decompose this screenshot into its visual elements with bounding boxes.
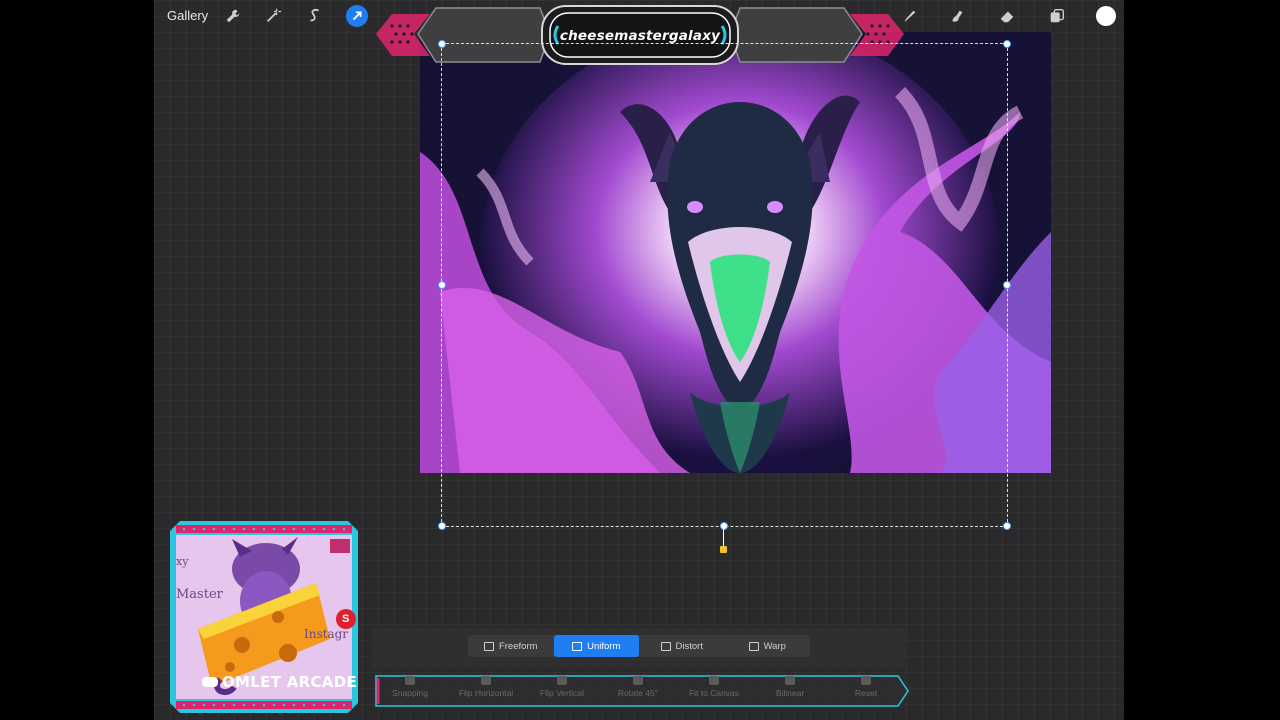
reset-icon [861,676,871,685]
action-label: Fit to Canvas [688,688,740,698]
freeform-icon [483,641,494,651]
gamepad-icon [202,677,218,687]
brand-label: OMLET ARCADE [222,673,358,691]
corner-handle[interactable] [438,522,446,530]
flip-vertical-icon [557,676,567,685]
omlet-arcade-watermark: OMLET ARCADE [202,673,357,691]
mode-freeform[interactable]: Freeform [468,635,554,657]
transform-bounding-box[interactable] [441,43,1008,527]
eraser-icon[interactable] [996,5,1018,27]
color-swatch-icon[interactable] [1096,6,1116,26]
magic-wand-icon[interactable] [262,5,284,27]
corner-handle[interactable] [1003,40,1011,48]
side-handle[interactable] [1003,281,1011,289]
sign-text: xy [176,555,189,568]
mode-uniform[interactable]: Uniform [553,635,639,657]
flip-horizontal-button[interactable]: Flip Horizontal [450,676,522,698]
rotation-stem [723,526,724,546]
transform-arrow-icon[interactable] [346,5,368,27]
mode-label: Warp [763,640,786,652]
flip-vertical-button[interactable]: Flip Vertical [526,676,598,698]
transform-actions-bar: Snapping Flip Horizontal Flip Vertical R… [374,672,914,710]
reset-button[interactable]: Reset [830,676,902,698]
sign-text: S [342,613,350,625]
action-label: Flip Horizontal [458,688,514,698]
side-handle[interactable] [438,281,446,289]
action-label: Bilinear [775,688,805,698]
distort-icon [660,641,671,651]
action-label: Reset [854,688,878,698]
smudge-icon[interactable] [946,5,968,27]
username-label: cheesemastergalaxy [559,28,721,44]
layers-icon[interactable] [1046,5,1068,27]
fit-to-canvas-button[interactable]: Fit to Canvas [678,676,750,698]
wrench-icon[interactable] [222,5,244,27]
corner-handle[interactable] [438,40,446,48]
streamer-avatar-card: xy Master Instagr S OMLET ARCADE [170,521,358,713]
rotate-icon [633,676,643,685]
mode-distort[interactable]: Distort [639,635,725,657]
uniform-icon [572,641,583,651]
corner-handle[interactable] [1003,522,1011,530]
rotation-handle[interactable] [720,546,727,553]
bilinear-button[interactable]: Bilinear [754,676,826,698]
mode-label: Freeform [498,640,538,652]
mode-label: Uniform [587,640,621,652]
side-handle[interactable] [720,522,728,530]
snapping-button[interactable]: Snapping [374,676,446,698]
mode-warp[interactable]: Warp [725,635,811,657]
rotate-45-button[interactable]: Rotate 45° [602,676,674,698]
fit-icon [709,676,719,685]
transform-mode-selector: Freeform Uniform Distort Warp [468,635,810,657]
action-label: Flip Vertical [540,688,584,698]
flip-horizontal-icon [481,676,491,685]
action-label: Snapping [392,688,428,698]
gallery-button[interactable]: Gallery [167,8,208,23]
sign-text: Instagr [304,627,349,641]
mode-label: Distort [675,640,703,652]
action-label: Rotate 45° [617,688,659,698]
selection-s-icon[interactable] [304,5,326,27]
snapping-icon [405,676,415,685]
interpolation-icon [785,676,795,685]
warp-icon [748,641,759,651]
sign-text: Master [176,587,223,602]
